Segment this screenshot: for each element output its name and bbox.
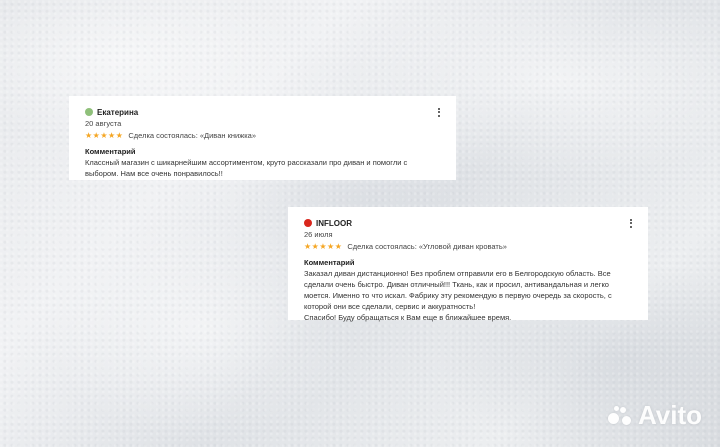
deal-text: Сделка состоялась: «Угловой диван кроват… [347, 242, 507, 251]
more-menu-icon[interactable] [626, 216, 636, 230]
comment-line: Классный магазин с шикарнейшим ассортиме… [85, 158, 408, 167]
avatar [304, 219, 312, 227]
rating-row: ★★★★★ Сделка состоялась: «Угловой диван … [304, 241, 636, 252]
comment-line: моется. Именно то что искал. Фабрику эту… [304, 291, 612, 300]
star-rating-icon: ★★★★★ [85, 131, 124, 140]
author-name: INFLOOR [316, 218, 352, 228]
review-card: INFLOOR 26 июля ★★★★★ Сделка состоялась:… [288, 207, 648, 322]
review-card: Екатерина 20 августа ★★★★★ Сделка состоя… [69, 96, 456, 180]
comment-line: выбором. Нам все очень понравилось!! [85, 169, 223, 178]
deal-text: Сделка состоялась: «Диван книжка» [128, 131, 257, 140]
comment-line: Спасибо! Буду обращаться к Вам еще в бли… [304, 313, 512, 322]
comment-line: Заказал диван дистанционно! Без проблем … [304, 269, 611, 278]
rating-row: ★★★★★ Сделка состоялась: «Диван книжка» [85, 130, 444, 141]
review-date: 26 июля [304, 230, 333, 239]
comment-line: сделали очень быстро. Диван отличный!!! … [304, 280, 609, 289]
review-header: INFLOOR [304, 216, 636, 230]
avatar [85, 108, 93, 116]
avito-logo-icon [607, 405, 634, 427]
comment-label: Комментарий [304, 258, 355, 267]
comment-label: Комментарий [85, 147, 136, 156]
review-date: 20 августа [85, 119, 122, 128]
star-rating-icon: ★★★★★ [304, 242, 343, 251]
avito-watermark: Avito [607, 400, 702, 431]
more-menu-icon[interactable] [434, 105, 444, 119]
comment-line: которой они все сделали, сервис и аккура… [304, 302, 476, 311]
author-name: Екатерина [97, 107, 139, 117]
watermark-text: Avito [637, 400, 702, 430]
review-header: Екатерина [85, 105, 444, 119]
